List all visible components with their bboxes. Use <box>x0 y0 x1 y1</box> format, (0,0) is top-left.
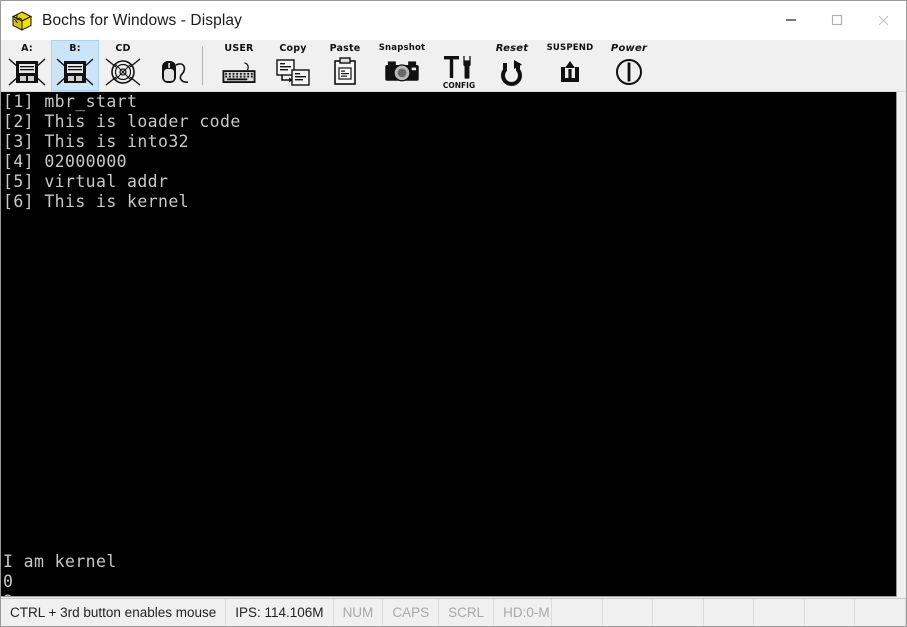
bochs-window: Bochs for Windows - Display A: B: CD USE… <box>0 0 907 627</box>
cdrom-label: CD <box>115 43 131 54</box>
status-empty-cell <box>653 599 704 626</box>
status-empty-cells <box>552 599 907 626</box>
display-area: [1] mbr_start [2] This is loader code [3] … <box>1 92 906 598</box>
toolbar-separator <box>202 46 203 85</box>
reset-label: Reset <box>495 43 529 54</box>
user-button[interactable]: USER <box>211 40 267 91</box>
user-label: USER <box>224 43 254 54</box>
snapshot-label: Snapshot <box>378 43 426 53</box>
power-button[interactable]: Power <box>601 40 657 91</box>
floppy-b-button[interactable]: B: <box>51 40 99 91</box>
window-controls <box>768 1 906 39</box>
guest-terminal-screen[interactable]: [1] mbr_start [2] This is loader code [3] … <box>1 92 897 597</box>
bochs-box-icon <box>11 10 33 32</box>
power-icon <box>607 55 651 89</box>
mouse-enable-button[interactable] <box>147 40 195 91</box>
terminal-line: [1] mbr_start <box>3 92 138 111</box>
status-caps-lock: CAPS <box>383 599 440 626</box>
close-button[interactable] <box>860 1 906 39</box>
power-label: Power <box>610 43 648 54</box>
config-sub-label: CONFIG <box>442 81 476 90</box>
copy-label: Copy <box>279 43 307 54</box>
camera-icon <box>380 55 424 89</box>
floppy-a-button[interactable]: A: <box>3 40 51 91</box>
minimize-button[interactable] <box>768 1 814 39</box>
floppy-a-label: A: <box>21 43 33 54</box>
copy-icon <box>271 55 315 89</box>
mouse-disabled-icon <box>149 55 193 89</box>
status-empty-cell <box>754 599 805 626</box>
terminal-line: I am kernel <box>3 552 117 571</box>
terminal-line: [4] 02000000 <box>3 152 128 171</box>
paste-button[interactable]: Paste <box>319 40 371 91</box>
status-empty-cell <box>603 599 654 626</box>
reset-button[interactable]: Reset <box>485 40 539 91</box>
status-empty-cell <box>704 599 755 626</box>
cdrom-icon <box>101 55 145 89</box>
status-empty-cell <box>855 599 907 626</box>
status-bar: CTRL + 3rd button enables mouse IPS: 114.… <box>1 598 907 626</box>
paste-icon <box>323 55 367 89</box>
terminal-line: 0 <box>3 572 14 591</box>
floppy-a-icon <box>5 55 49 89</box>
status-num-lock: NUM <box>334 599 384 626</box>
status-scroll-lock: SCRL <box>439 599 495 626</box>
terminal-line: [6] This is kernel <box>3 192 190 211</box>
toolbar: A: B: CD USER Copy Paste Snapshot CONFIG… <box>1 40 906 92</box>
window-title: Bochs for Windows - Display <box>42 11 242 29</box>
keyboard-icon <box>217 55 261 89</box>
status-empty-cell <box>552 599 603 626</box>
config-button[interactable]: CONFIG <box>433 40 485 91</box>
reset-arrow-icon <box>490 55 534 89</box>
floppy-b-icon <box>53 55 97 89</box>
snapshot-button[interactable]: Snapshot <box>371 40 433 91</box>
suspend-icon <box>548 55 592 89</box>
status-hd-activity: HD:0-M <box>494 599 553 626</box>
terminal-line: [2] This is loader code <box>3 112 241 131</box>
suspend-button[interactable]: SUSPEND <box>539 40 601 91</box>
suspend-label: SUSPEND <box>546 43 594 53</box>
status-mouse-hint: CTRL + 3rd button enables mouse <box>1 599 227 626</box>
paste-label: Paste <box>329 43 361 54</box>
status-empty-cell <box>805 599 856 626</box>
terminal-line: [5] virtual addr <box>3 172 169 191</box>
floppy-b-label: B: <box>69 43 81 54</box>
status-ips: IPS: 114.106M <box>226 599 334 626</box>
tools-icon <box>437 54 481 84</box>
terminal-line: [3] This is into32 <box>3 132 190 151</box>
maximize-button[interactable] <box>814 1 860 39</box>
cdrom-button[interactable]: CD <box>99 40 147 91</box>
copy-button[interactable]: Copy <box>267 40 319 91</box>
terminal-line: 9 <box>1 592 896 596</box>
title-bar: Bochs for Windows - Display <box>1 1 906 40</box>
